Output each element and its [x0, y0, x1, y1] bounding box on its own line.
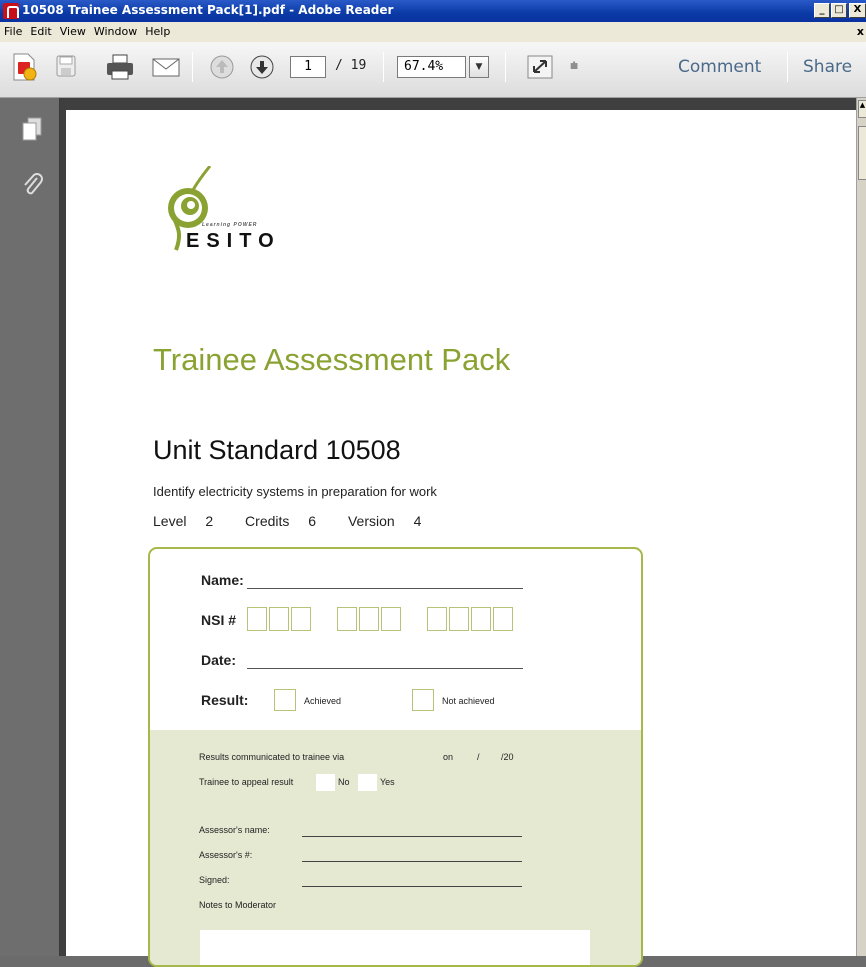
- assessor-name-field[interactable]: [302, 836, 522, 837]
- page-total: / 19: [335, 58, 367, 73]
- comment-button[interactable]: Comment: [678, 57, 761, 77]
- appeal-yes-checkbox[interactable]: [358, 774, 377, 791]
- nsi-digit-box[interactable]: [427, 607, 447, 631]
- toolbar-separator: [383, 52, 384, 82]
- print-icon[interactable]: [102, 52, 138, 82]
- level-value: 2: [205, 513, 214, 529]
- title-bar: 10508 Trainee Assessment Pack[1].pdf - A…: [0, 0, 866, 22]
- esito-logo: Learning POWER ESITO: [162, 165, 322, 270]
- on-label: on: [443, 752, 454, 762]
- assessor-number-label: Assessor's #:: [199, 850, 253, 860]
- assessor-number-field[interactable]: [302, 861, 522, 862]
- menu-bar: File Edit View Window Help x: [0, 22, 866, 42]
- assessment-form-card: Name: NSI # Date: Result: Achieved Not a…: [148, 547, 643, 967]
- notes-to-moderator-label: Notes to Moderator: [199, 900, 277, 910]
- nsi-digit-box[interactable]: [337, 607, 357, 631]
- menu-help[interactable]: Help: [141, 22, 174, 38]
- restore-button[interactable]: □: [831, 3, 847, 18]
- nsi-digit-box[interactable]: [291, 607, 311, 631]
- assessor-name-label: Assessor's name:: [199, 825, 270, 835]
- name-label: Name:: [201, 572, 244, 588]
- nsi-digit-box[interactable]: [269, 607, 289, 631]
- menu-file[interactable]: File: [0, 22, 26, 38]
- date-field[interactable]: [247, 668, 523, 669]
- not-achieved-checkbox[interactable]: [412, 689, 434, 711]
- nsi-digit-box[interactable]: [381, 607, 401, 631]
- minimize-button[interactable]: _: [814, 3, 830, 18]
- page-thumbnails-icon[interactable]: [20, 116, 44, 142]
- fullscreen-icon[interactable]: [524, 52, 556, 82]
- toolbar-separator: [505, 52, 506, 82]
- achieved-checkbox[interactable]: [274, 689, 296, 711]
- nsi-digit-box[interactable]: [247, 607, 267, 631]
- level-credits-version: Level 2 Credits 6 Version 4: [153, 513, 436, 529]
- window-title: 10508 Trainee Assessment Pack[1].pdf - A…: [22, 3, 394, 17]
- adobe-reader-icon: [3, 3, 19, 19]
- nsi-digit-box[interactable]: [359, 607, 379, 631]
- attachments-icon[interactable]: [20, 172, 44, 198]
- previous-page-icon[interactable]: [208, 52, 236, 82]
- result-label: Result:: [201, 692, 249, 708]
- navigation-pane: [0, 98, 60, 956]
- achieved-label: Achieved: [304, 696, 342, 706]
- create-pdf-icon[interactable]: [8, 52, 40, 82]
- toolbar-overflow-icon[interactable]: ⩧: [570, 58, 578, 74]
- page-number-input[interactable]: 1: [290, 56, 326, 78]
- logo-tagline: Learning POWER: [202, 222, 258, 228]
- not-achieved-label: Not achieved: [442, 696, 495, 706]
- signed-label: Signed:: [199, 875, 230, 885]
- date-label: Date:: [201, 652, 237, 668]
- scrollbar-thumb[interactable]: [858, 126, 866, 180]
- toolbar: 1 / 19 67.4% ▼ ⩧ Comment Share: [0, 42, 866, 98]
- menu-edit[interactable]: Edit: [26, 22, 55, 38]
- menu-window[interactable]: Window: [90, 22, 141, 38]
- nsi-digit-box[interactable]: [471, 607, 491, 631]
- appeal-no-checkbox[interactable]: [316, 774, 335, 791]
- appeal-yes-label: Yes: [380, 777, 395, 787]
- zoom-dropdown-button[interactable]: ▼: [469, 56, 489, 78]
- close-document-button[interactable]: x: [857, 25, 864, 38]
- name-field[interactable]: [247, 588, 523, 589]
- level-label: Level: [153, 513, 187, 529]
- save-icon[interactable]: [48, 52, 82, 82]
- close-button[interactable]: X: [849, 3, 866, 18]
- toolbar-separator: [787, 52, 788, 82]
- appeal-no-label: No: [338, 777, 350, 787]
- version-label: Version: [347, 513, 395, 529]
- zoom-input[interactable]: 67.4%: [397, 56, 466, 78]
- version-value: 4: [413, 513, 422, 529]
- unit-description: Identify electricity systems in preparat…: [153, 484, 437, 499]
- unit-standard-heading: Unit Standard 10508: [153, 435, 401, 465]
- date-slash: /: [477, 752, 480, 762]
- year-prefix: /20: [501, 752, 514, 762]
- results-communicated-label: Results communicated to trainee via: [199, 752, 345, 762]
- logo-wordmark: ESITO: [186, 230, 281, 252]
- email-icon[interactable]: [148, 52, 182, 82]
- notes-to-moderator-field[interactable]: [200, 930, 590, 965]
- document-title: Trainee Assessment Pack: [153, 342, 511, 377]
- signed-field[interactable]: [302, 886, 522, 887]
- nsi-digit-box[interactable]: [449, 607, 469, 631]
- credits-label: Credits: [245, 513, 290, 529]
- share-button[interactable]: Share: [803, 57, 852, 77]
- nsi-label: NSI #: [201, 612, 237, 628]
- menu-view[interactable]: View: [56, 22, 90, 38]
- adobe-reader-window: 10508 Trainee Assessment Pack[1].pdf - A…: [0, 0, 866, 967]
- vertical-scrollbar[interactable]: ▲: [856, 98, 866, 956]
- toolbar-separator: [192, 52, 193, 82]
- scroll-up-arrow[interactable]: ▲: [858, 100, 866, 118]
- appeal-label: Trainee to appeal result: [199, 777, 294, 787]
- pdf-page: Learning POWER ESITO Trainee Assessment …: [66, 110, 856, 967]
- credits-value: 6: [308, 513, 317, 529]
- next-page-icon[interactable]: [248, 52, 276, 82]
- nsi-digit-box[interactable]: [493, 607, 513, 631]
